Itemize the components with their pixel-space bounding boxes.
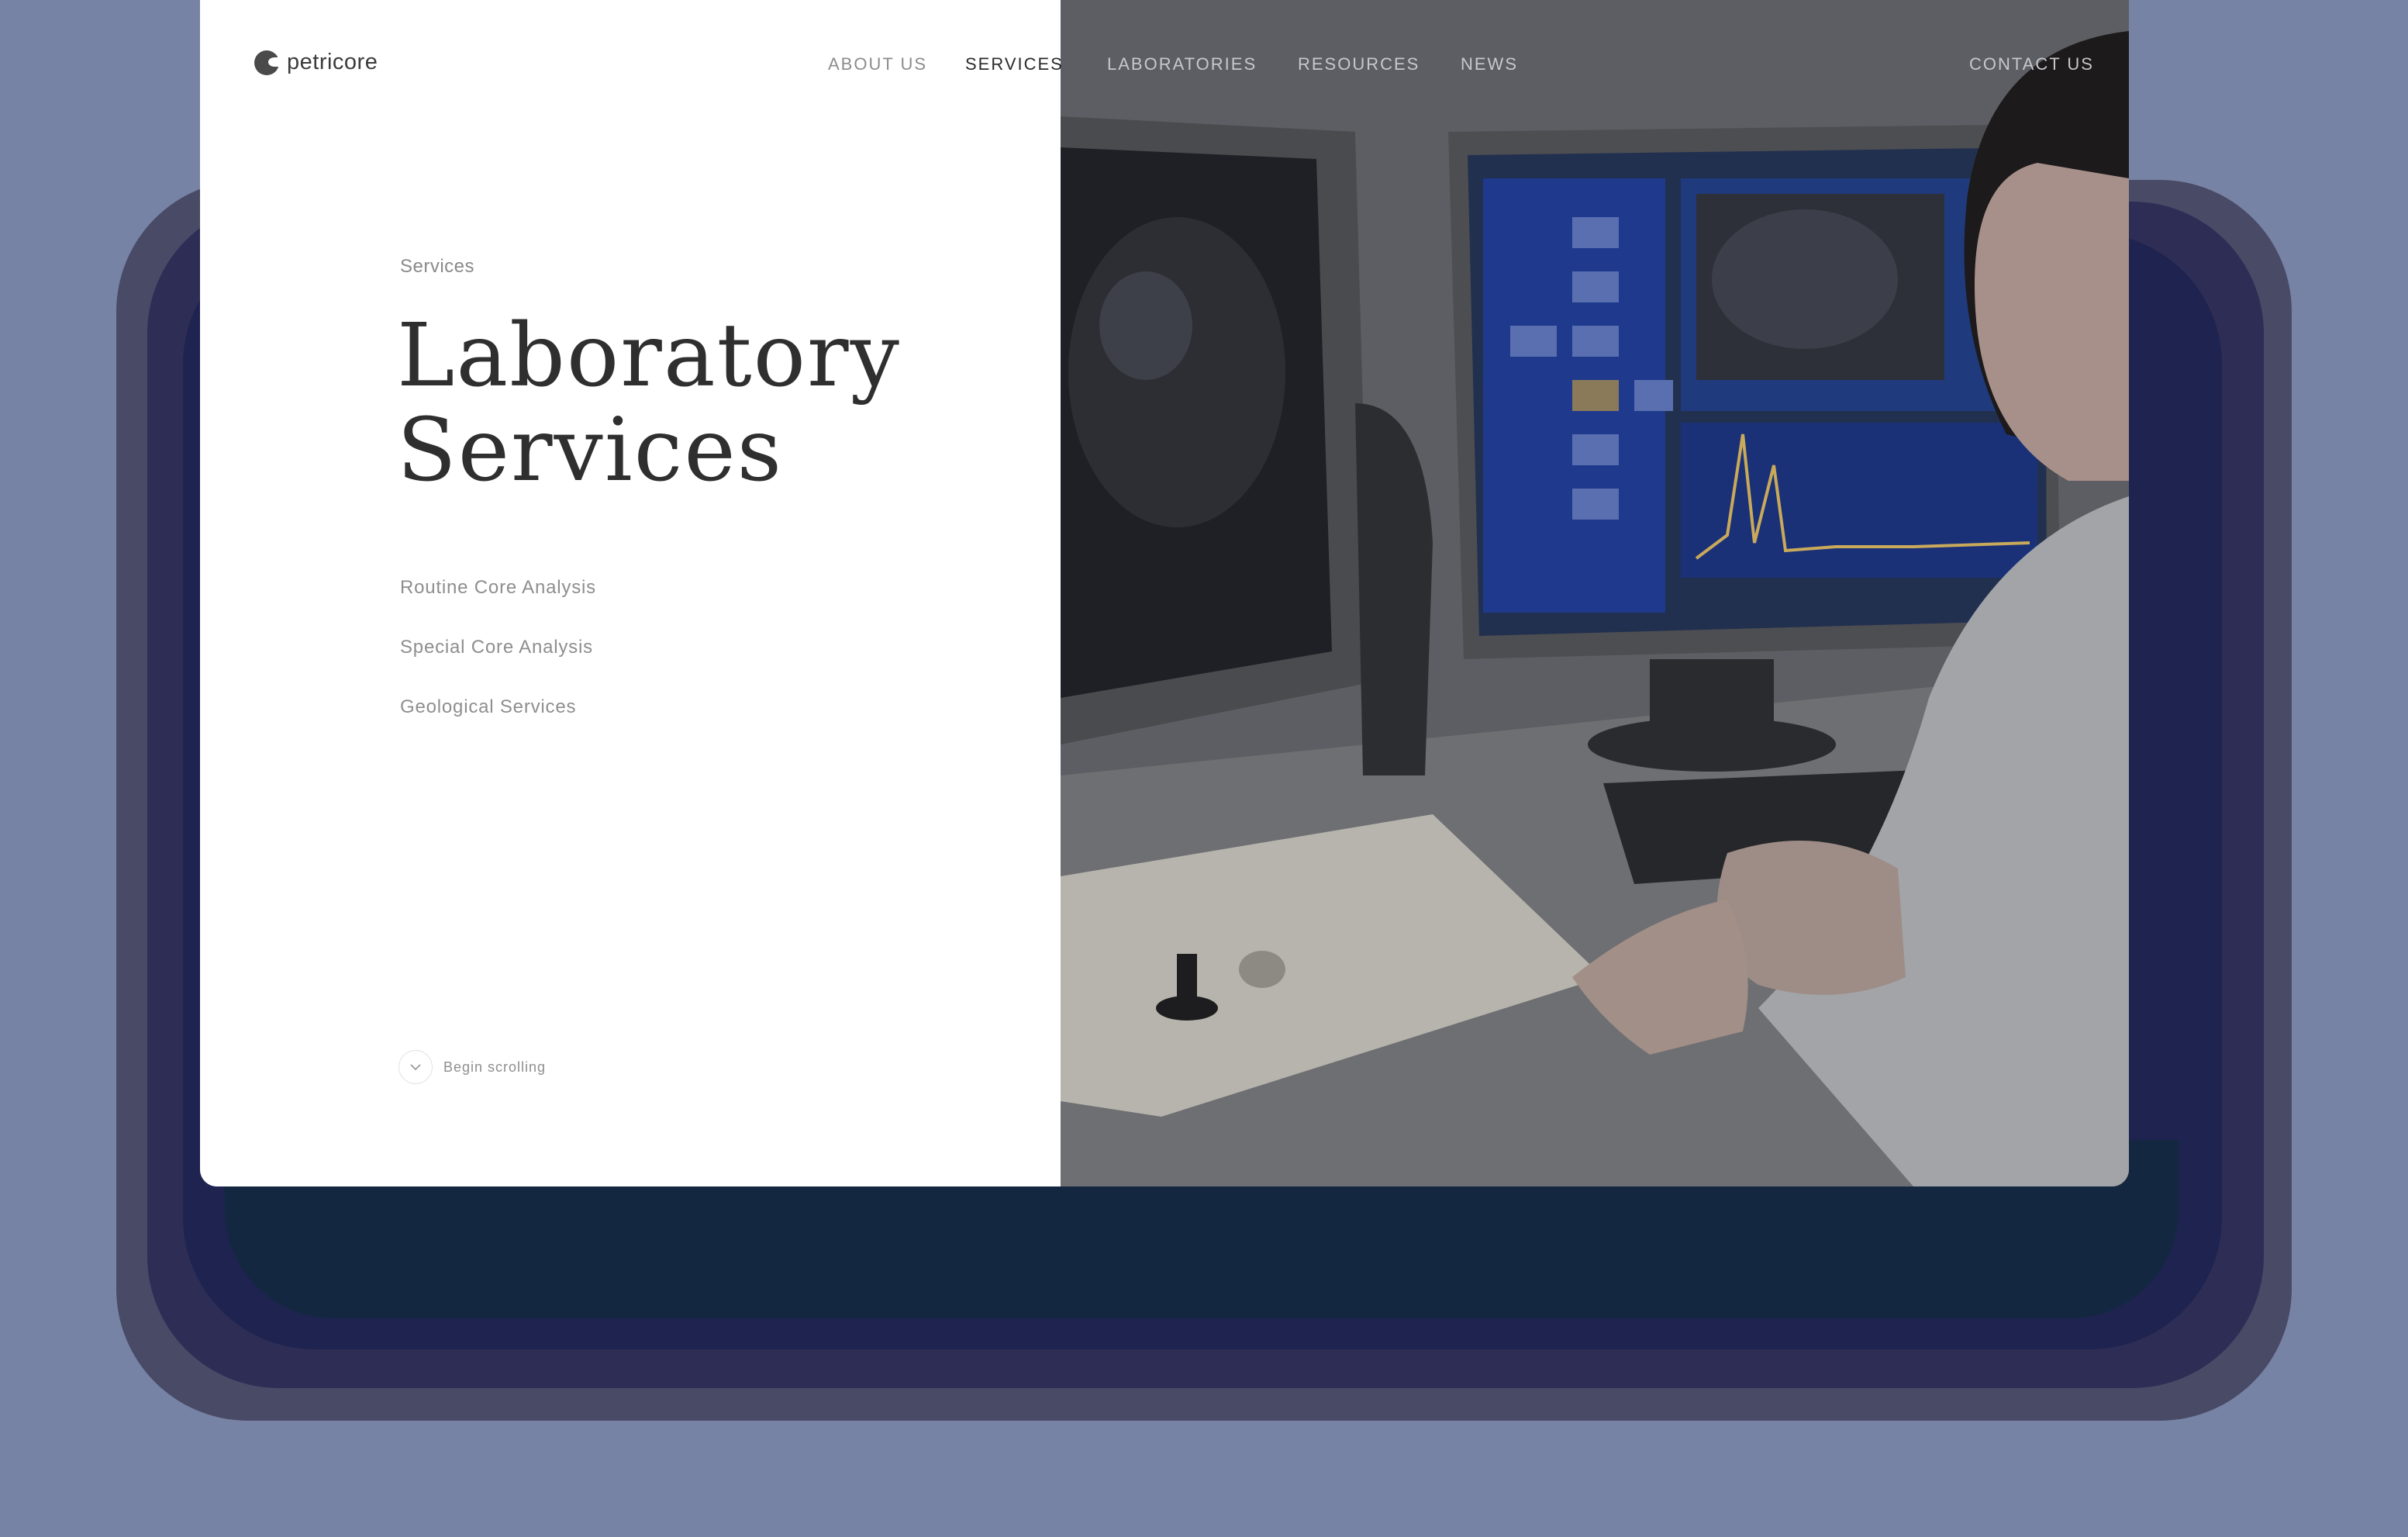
- hero-photo: [1061, 0, 2129, 1186]
- lab-technician-photo: [1061, 0, 2129, 1186]
- main-nav: ABOUT US SERVICES LABORATORIES RESOURCES…: [200, 54, 2129, 78]
- nav-about-us[interactable]: ABOUT US: [828, 54, 927, 74]
- nav-services[interactable]: SERVICES: [965, 54, 1064, 74]
- service-link-routine-core-analysis[interactable]: Routine Core Analysis: [400, 577, 596, 637]
- nav-contact-us[interactable]: CONTACT US: [1969, 54, 2094, 74]
- hero-text-panel: petricore Services Laboratory Services R…: [200, 0, 1061, 1186]
- nav-news[interactable]: NEWS: [1461, 54, 1518, 74]
- chevron-down-icon: [410, 1064, 421, 1071]
- page-title: Laboratory Services: [397, 306, 901, 501]
- nav-laboratories[interactable]: LABORATORIES: [1107, 54, 1257, 74]
- begin-scrolling-button[interactable]: Begin scrolling: [398, 1050, 546, 1084]
- service-link-special-core-analysis[interactable]: Special Core Analysis: [400, 637, 596, 696]
- nav-resources[interactable]: RESOURCES: [1298, 54, 1420, 74]
- scroll-circle: [398, 1050, 433, 1084]
- browser-window: petricore Services Laboratory Services R…: [200, 0, 2129, 1186]
- page: petricore Services Laboratory Services R…: [0, 0, 2408, 1537]
- page-eyebrow: Services: [400, 256, 475, 277]
- service-link-geological-services[interactable]: Geological Services: [400, 696, 596, 756]
- service-links: Routine Core Analysis Special Core Analy…: [400, 577, 596, 756]
- scroll-label: Begin scrolling: [443, 1059, 547, 1075]
